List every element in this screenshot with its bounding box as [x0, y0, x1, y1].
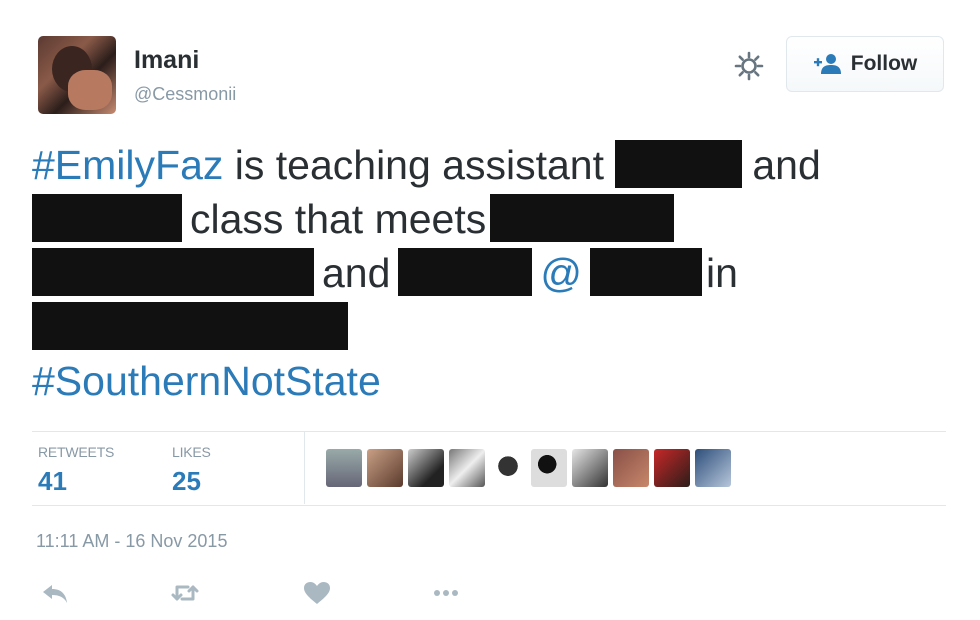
liker-avatars [326, 449, 731, 487]
tweet-text-segment: is teaching assistant [223, 142, 616, 188]
redaction-bar [32, 194, 182, 242]
tweet-line: #EmilyFaz is teaching assistant and [32, 138, 942, 192]
liker-avatar[interactable] [408, 449, 444, 487]
likes-count[interactable]: 25 [172, 466, 201, 497]
liker-avatar[interactable] [449, 449, 485, 487]
liker-avatar[interactable] [326, 449, 362, 487]
profile-avatar[interactable] [38, 36, 116, 114]
redaction-bar [32, 248, 314, 296]
tweet-text-segment: class that meets [190, 196, 487, 242]
liker-avatar[interactable] [613, 449, 649, 487]
liker-avatar[interactable] [695, 449, 731, 487]
redaction-bar [615, 140, 743, 188]
likes-label[interactable]: LIKES [172, 444, 211, 460]
divider [32, 431, 946, 432]
redaction-bar [590, 248, 703, 296]
user-handle[interactable]: @Cessmonii [134, 84, 236, 105]
stats-divider [304, 432, 305, 504]
tweet-text-segment: in [706, 250, 738, 296]
user-name[interactable]: Imani [134, 46, 199, 75]
retweets-count[interactable]: 41 [38, 466, 67, 497]
retweets-label[interactable]: RETWEETS [38, 444, 114, 460]
tweet-line: class that meets [32, 192, 942, 246]
tweet-timestamp[interactable]: 11:11 AM - 16 Nov 2015 [36, 531, 227, 552]
tweet-line [32, 300, 942, 354]
redaction-bar [398, 248, 533, 296]
liker-avatar[interactable] [367, 449, 403, 487]
tweet-text-segment: and [322, 250, 391, 296]
avatar-shape [68, 70, 112, 110]
reply-icon[interactable] [40, 580, 70, 606]
tweet-line: and @ in [32, 246, 942, 300]
heart-icon[interactable] [302, 580, 332, 606]
follow-button-label: Follow [850, 52, 918, 75]
gear-icon[interactable] [733, 50, 765, 82]
mention-link[interactable]: @ [540, 250, 582, 296]
redaction-bar [32, 302, 348, 350]
liker-avatar[interactable] [490, 449, 526, 487]
retweet-icon[interactable] [170, 580, 200, 606]
follow-button[interactable]: Follow [786, 36, 944, 92]
hashtag-link[interactable]: #EmilyFaz [32, 142, 223, 188]
redaction-bar [490, 194, 675, 242]
divider [32, 505, 946, 506]
add-user-icon [813, 54, 841, 74]
hashtag-link[interactable]: #SouthernNotState [32, 358, 381, 404]
tweet-line: #SouthernNotState [32, 354, 942, 408]
liker-avatar[interactable] [654, 449, 690, 487]
liker-avatar[interactable] [572, 449, 608, 487]
tweet-text: #EmilyFaz is teaching assistant and clas… [32, 138, 942, 408]
more-icon[interactable] [431, 580, 461, 606]
liker-avatar[interactable] [531, 449, 567, 487]
tweet-text-segment: and [752, 142, 821, 188]
